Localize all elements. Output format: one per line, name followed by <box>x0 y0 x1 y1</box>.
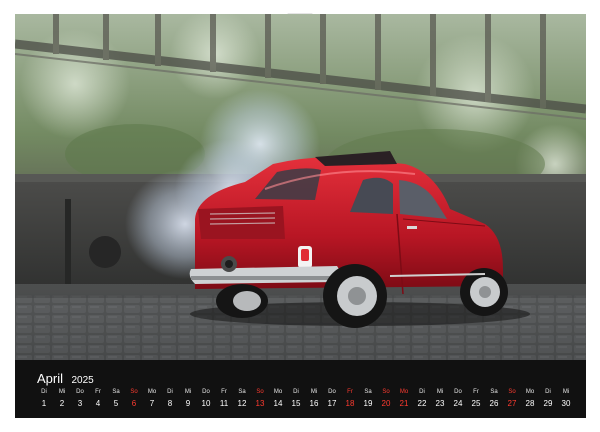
day-number: 26 <box>489 399 499 408</box>
day-number: 27 <box>507 399 517 408</box>
day-of-week: Di <box>419 389 425 395</box>
calendar-day: Mo 28 <box>522 388 538 411</box>
calendar-day: Fr 11 <box>216 388 232 411</box>
day-of-week: Mi <box>436 389 444 395</box>
day-number: 17 <box>327 399 337 408</box>
day-of-week: Mi <box>184 389 192 395</box>
day-of-week: So <box>508 389 516 395</box>
day-number: 2 <box>59 399 65 408</box>
calendar-day: Sa 12 <box>234 388 250 411</box>
day-number: 3 <box>77 399 83 408</box>
day-number: 24 <box>453 399 463 408</box>
calendar-day: So 20 <box>378 388 394 411</box>
calendar-day: Do 10 <box>198 388 214 411</box>
red-toy-car-photo <box>15 14 586 360</box>
day-of-week: Mi <box>58 389 66 395</box>
calendar-day: Mo 7 <box>144 388 160 411</box>
day-number: 10 <box>201 399 211 408</box>
calendar-day: Mi 9 <box>180 388 196 411</box>
day-of-week: Do <box>454 389 462 395</box>
calendar-day: Mi 16 <box>306 388 322 411</box>
day-number: 23 <box>435 399 445 408</box>
day-of-week: Di <box>545 389 551 395</box>
day-of-week: Di <box>167 389 173 395</box>
calendar-day: Fr 25 <box>468 388 484 411</box>
calendar-day: Do 3 <box>72 388 88 411</box>
day-number: 16 <box>309 399 319 408</box>
day-of-week: So <box>382 389 390 395</box>
day-number: 4 <box>95 399 101 408</box>
calendar-day: Di 8 <box>162 388 178 411</box>
calendar-day: Fr 18 <box>342 388 358 411</box>
calendar-day: Di 29 <box>540 388 556 411</box>
day-number: 8 <box>167 399 173 408</box>
day-of-week: Fr <box>347 389 353 395</box>
day-of-week: Do <box>76 389 84 395</box>
day-number: 12 <box>237 399 247 408</box>
day-number: 6 <box>131 399 137 408</box>
day-of-week: Sa <box>112 389 120 395</box>
day-number: 5 <box>113 399 119 408</box>
calendar-day: Mi 23 <box>432 388 448 411</box>
day-number: 11 <box>219 399 229 408</box>
day-number: 1 <box>41 399 47 408</box>
day-number: 20 <box>381 399 391 408</box>
calendar-photo <box>15 14 586 360</box>
day-of-week: So <box>256 389 264 395</box>
day-of-week: Sa <box>490 389 498 395</box>
day-number: 14 <box>273 399 283 408</box>
day-number: 19 <box>363 399 373 408</box>
calendar-day: Mo 14 <box>270 388 286 411</box>
day-number: 22 <box>417 399 427 408</box>
day-of-week: Mi <box>562 389 570 395</box>
day-number: 25 <box>471 399 481 408</box>
day-of-week: Mi <box>310 389 318 395</box>
day-number: 29 <box>543 399 553 408</box>
day-number: 30 <box>561 399 571 408</box>
day-of-week: Mo <box>273 389 283 395</box>
calendar-day: So 27 <box>504 388 520 411</box>
day-of-week: Fr <box>221 389 227 395</box>
day-number: 9 <box>185 399 191 408</box>
calendar-day: Mi 30 <box>558 388 574 411</box>
month-name: April <box>37 371 64 386</box>
day-number: 18 <box>345 399 355 408</box>
calendar-day: Sa 26 <box>486 388 502 411</box>
day-grid: Di 1 Mi 2 Do 3 Fr 4 Sa 5 So 6 Mo 7 Di 8 Mi 9 Do 10 Fr 11 Sa 12 S… <box>35 388 575 414</box>
calendar-day: So 6 <box>126 388 142 411</box>
day-of-week: Do <box>328 389 336 395</box>
day-of-week: Di <box>41 389 47 395</box>
calendar-day: Mi 2 <box>54 388 70 411</box>
day-of-week: Fr <box>95 389 101 395</box>
day-of-week: Fr <box>473 389 479 395</box>
calendar-day: Fr 4 <box>90 388 106 411</box>
day-number: 15 <box>291 399 301 408</box>
day-of-week: Sa <box>364 389 372 395</box>
calendar-day: Do 24 <box>450 388 466 411</box>
day-of-week: So <box>130 389 138 395</box>
day-number: 21 <box>399 399 409 408</box>
calendar-day: Di 15 <box>288 388 304 411</box>
day-number: 28 <box>525 399 535 408</box>
calendar-day: Do 17 <box>324 388 340 411</box>
calendar-day: Di 1 <box>36 388 52 411</box>
day-of-week: Mo <box>147 389 157 395</box>
day-of-week: Sa <box>238 389 246 395</box>
day-of-week: Mo <box>525 389 535 395</box>
day-number: 7 <box>149 399 155 408</box>
calendar-day: Mo 21 <box>396 388 412 411</box>
day-of-week: Mo <box>399 389 409 395</box>
calendar-day: Di 22 <box>414 388 430 411</box>
calendar-day: So 13 <box>252 388 268 411</box>
month-header: April 2025 <box>37 370 94 388</box>
calendar-month-strip: April 2025 Di 1 Mi 2 Do 3 Fr 4 Sa 5 So 6 Mo 7 Di 8 Mi 9 Do… <box>15 360 586 418</box>
month-year: 2025 <box>71 375 94 386</box>
day-of-week: Di <box>293 389 299 395</box>
calendar-day: Sa 19 <box>360 388 376 411</box>
day-number: 13 <box>255 399 265 408</box>
day-of-week: Do <box>202 389 210 395</box>
calendar-day: Sa 5 <box>108 388 124 411</box>
